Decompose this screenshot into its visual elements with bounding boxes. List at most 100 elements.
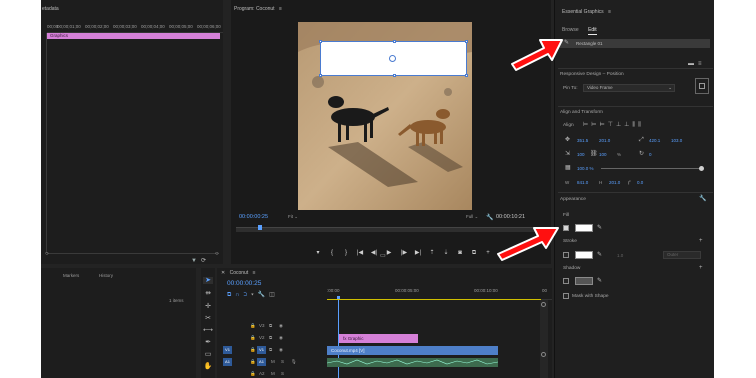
link-scale-icon[interactable]: ⛓	[590, 151, 598, 157]
align-buttons[interactable]: ⊨⊨⊨⊤⊥⊥⫼⫼	[583, 121, 644, 129]
track-select-icon[interactable]: ⇻	[203, 290, 213, 297]
scroll-start-icon[interactable]: ○	[45, 251, 49, 257]
video-frame[interactable]	[298, 22, 472, 210]
rectangle-tool-icon[interactable]: ▭	[203, 351, 213, 358]
tab-markers[interactable]: Markers	[63, 273, 79, 278]
distribute-v-icon[interactable]: ⫼	[638, 122, 644, 128]
add-stroke-icon[interactable]: +	[699, 238, 703, 244]
track-header-v2[interactable]: 🔒 V2 ⧉ ◉	[223, 334, 323, 344]
lock-icon[interactable]: 🔒	[250, 335, 256, 341]
track-target[interactable]	[238, 370, 247, 378]
mask-checkbox[interactable]	[563, 293, 569, 299]
align-right-icon[interactable]: ⊨	[599, 122, 607, 128]
solo-button[interactable]: S	[281, 371, 284, 376]
pen-tool-icon[interactable]: ✒	[203, 339, 213, 346]
height-value[interactable]: 201.0	[609, 180, 620, 185]
source-patch[interactable]: A1	[223, 358, 232, 366]
timeline-vscroll[interactable]	[540, 300, 548, 378]
width-value[interactable]: 841.0	[577, 180, 588, 185]
track-header-v3[interactable]: 🔒 V3 ⧉ ◉	[223, 322, 323, 332]
eye-icon[interactable]: ◉	[279, 335, 283, 341]
align-left-icon[interactable]: ⊨	[583, 122, 591, 128]
lock-icon[interactable]: 🔒	[250, 371, 256, 377]
opacity-value[interactable]: 100.0 %	[577, 166, 594, 171]
go-to-out-icon[interactable]: ▶|	[411, 249, 425, 256]
filter-icon[interactable]: ▼	[191, 258, 197, 264]
sequence-name[interactable]: Coconut	[230, 270, 249, 276]
opacity-slider[interactable]	[601, 168, 701, 169]
source-scrollbar[interactable]	[47, 253, 219, 254]
go-to-in-icon[interactable]: |◀	[353, 249, 367, 256]
sync-lock-icon[interactable]: ⧉	[269, 347, 272, 352]
hamburger-icon[interactable]: ≡	[279, 6, 282, 12]
tab-history[interactable]: History	[99, 273, 113, 278]
scale-value[interactable]: 100	[577, 152, 585, 157]
mark-out-icon[interactable]: }	[339, 250, 353, 256]
settings-wrench-icon[interactable]: 🔧	[486, 215, 493, 221]
eye-icon[interactable]: ◉	[279, 323, 283, 329]
track-target[interactable]	[238, 358, 247, 366]
track-header-a2[interactable]: 🔒 A2 M S	[223, 370, 323, 378]
video-clip[interactable]: Coconut.mp4 [V]	[327, 346, 498, 355]
track-header-v1[interactable]: V1 🔒 V1 ⧉ ◉	[223, 346, 323, 356]
timeline-menu-icon[interactable]: ≡	[253, 270, 256, 276]
vr-video-icon[interactable]: ▭	[380, 253, 386, 259]
tab-browse[interactable]: Browse	[562, 27, 579, 33]
align-top-icon[interactable]: ⊤	[608, 122, 616, 128]
track-target[interactable]	[238, 322, 247, 330]
ripple-edit-icon[interactable]: ✛	[203, 303, 213, 310]
layer-options-icon[interactable]: ≡	[698, 61, 702, 67]
track-header-a1[interactable]: A1 🔒 A1 M S 🎙	[223, 358, 323, 368]
source-panel-title[interactable]: etadata	[42, 6, 59, 12]
timeline-timecode[interactable]: 00:00:00:25	[227, 280, 261, 287]
snap-icon[interactable]: ∩	[235, 292, 243, 298]
scale-height-value[interactable]: 100	[599, 152, 607, 157]
sync-lock-icon[interactable]: ⧉	[269, 335, 272, 340]
pin-diagram[interactable]	[695, 78, 709, 94]
lift-icon[interactable]: ⇡	[425, 249, 439, 256]
resize-handle[interactable]	[319, 74, 322, 77]
slip-tool-icon[interactable]: ⟷	[203, 327, 213, 334]
position-y-value[interactable]: 201.0	[599, 138, 610, 143]
resize-handle[interactable]	[465, 40, 468, 43]
position-x-value[interactable]: 351.5	[577, 138, 588, 143]
scroll-end-icon[interactable]: ○	[215, 251, 219, 257]
track-target[interactable]	[238, 346, 247, 354]
scroll-handle[interactable]	[541, 352, 546, 357]
stroke-checkbox[interactable]	[563, 252, 569, 258]
opacity-slider-handle[interactable]	[699, 166, 704, 171]
text-graphic-box[interactable]	[319, 40, 468, 77]
shadow-checkbox[interactable]	[563, 278, 569, 284]
stroke-width-value[interactable]: 1.0	[617, 253, 623, 258]
resolution-select[interactable]: Full ⌄	[466, 214, 478, 220]
close-icon[interactable]: ✕	[221, 270, 225, 276]
resize-handle[interactable]	[319, 40, 322, 43]
align-middle-icon[interactable]: ⊥	[616, 122, 624, 128]
lock-icon[interactable]: 🔒	[250, 359, 256, 365]
anchor-x-value[interactable]: 420.1	[649, 138, 660, 143]
eye-icon[interactable]: ◉	[279, 347, 283, 353]
linked-selection-icon[interactable]: ⊃	[244, 292, 252, 298]
source-ruler[interactable]: 00;00 00;00;01;00 00;00;02;00 00;00;03;0…	[47, 21, 223, 33]
playhead-timecode[interactable]: 00:00:00:25	[239, 214, 268, 220]
fill-checkbox[interactable]	[563, 225, 569, 231]
wrench-icon[interactable]: ⟳	[201, 258, 206, 264]
stroke-align-select[interactable]: Outer	[663, 251, 701, 259]
layer-item-rectangle[interactable]: ✎ Rectangle 01	[560, 39, 710, 48]
pin-to-select[interactable]: Video Frame ⌄	[583, 84, 675, 92]
extract-icon[interactable]: ⇣	[439, 249, 453, 256]
mute-button[interactable]: M	[271, 371, 275, 376]
add-marker-icon[interactable]: ▾	[311, 249, 325, 256]
resize-handle[interactable]	[393, 40, 396, 43]
stroke-color-swatch[interactable]	[575, 251, 593, 259]
graphics-clip[interactable]: Graphics	[47, 33, 220, 39]
mute-button[interactable]: M	[271, 359, 275, 364]
hand-tool-icon[interactable]: ✋	[203, 363, 213, 370]
timeline-ruler[interactable]: :00:00 00:00:05:00 00:00:10:00 00	[327, 286, 552, 300]
selection-tool-icon[interactable]: ➤	[203, 277, 213, 284]
corner-radius-value[interactable]: 0.0	[637, 180, 643, 185]
step-back-icon[interactable]: ◀|	[367, 249, 381, 256]
add-button-icon[interactable]: +	[481, 250, 495, 256]
rotation-value[interactable]: 0	[649, 152, 652, 157]
scroll-handle[interactable]	[541, 302, 546, 307]
